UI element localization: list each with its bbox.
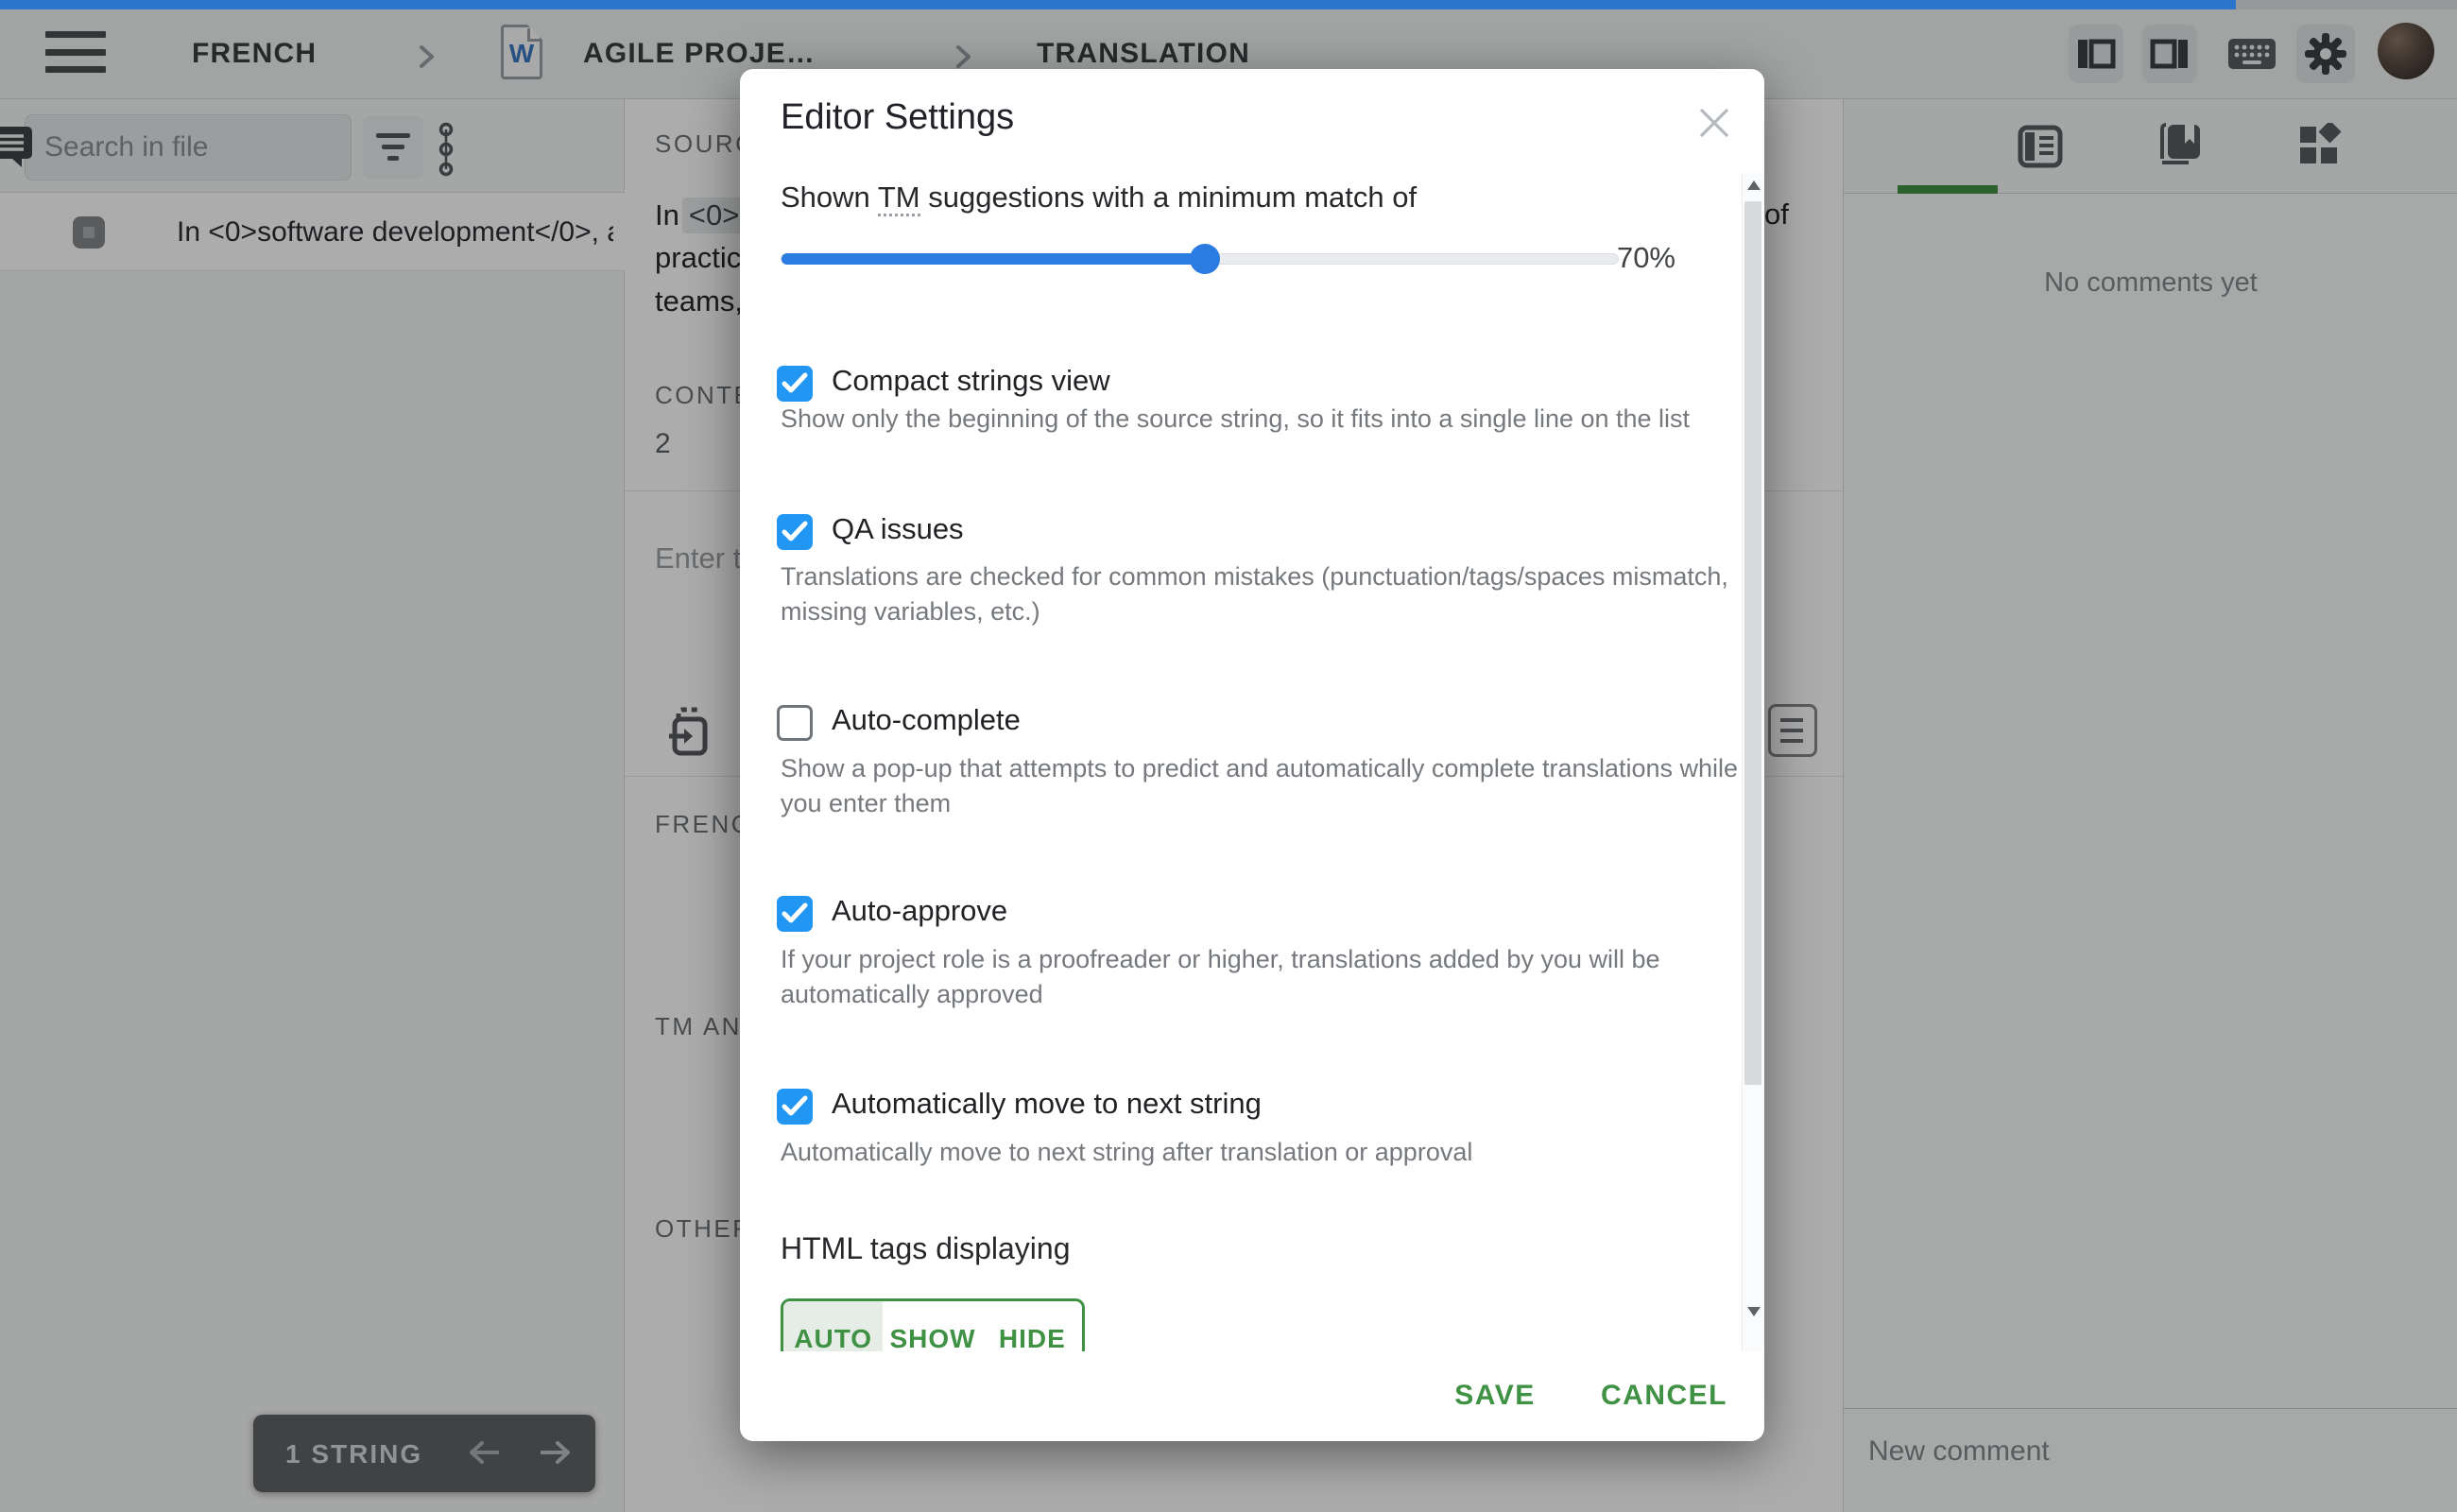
scroll-down-icon[interactable] bbox=[1747, 1307, 1761, 1316]
dialog-scroll-area: Shown TM suggestions with a minimum matc… bbox=[740, 173, 1742, 1351]
option-hide[interactable]: HIDE bbox=[983, 1301, 1082, 1351]
checkbox-compact-strings[interactable] bbox=[777, 366, 813, 402]
dialog-title: Editor Settings bbox=[781, 97, 1014, 138]
page-progress-fill bbox=[0, 0, 2236, 9]
setting-label[interactable]: Auto-complete bbox=[832, 703, 1021, 737]
setting-label[interactable]: Auto-approve bbox=[832, 894, 1007, 928]
checkbox-qa-issues[interactable] bbox=[777, 514, 813, 550]
setting-label[interactable]: Compact strings view bbox=[832, 364, 1110, 398]
tm-match-value: 70% bbox=[1486, 241, 1675, 275]
setting-description: Automatically move to next string after … bbox=[781, 1135, 1472, 1170]
dialog-scrollbar-thumb[interactable] bbox=[1744, 201, 1761, 1085]
option-show[interactable]: SHOW bbox=[883, 1301, 982, 1351]
setting-description: Show only the beginning of the source st… bbox=[781, 402, 1690, 437]
editor-settings-dialog: Editor Settings Shown TM suggestions wit… bbox=[740, 69, 1764, 1441]
slider-fill bbox=[782, 253, 1205, 265]
tm-abbr: TM bbox=[878, 180, 920, 216]
checkbox-auto-approve[interactable] bbox=[777, 896, 813, 932]
close-icon[interactable] bbox=[1692, 101, 1736, 145]
setting-description: Show a pop-up that attempts to predict a… bbox=[781, 751, 1738, 821]
crowdin-editor-screen: FRENCH W AGILE PROJE… TRANSLATION bbox=[0, 0, 2457, 1512]
option-auto[interactable]: AUTO bbox=[783, 1301, 883, 1351]
html-tags-label: HTML tags displaying bbox=[781, 1231, 1071, 1266]
tm-match-label: Shown TM suggestions with a minimum matc… bbox=[781, 180, 1417, 215]
save-button[interactable]: SAVE bbox=[1419, 1373, 1571, 1418]
setting-description: If your project role is a proofreader or… bbox=[781, 942, 1660, 1012]
setting-label[interactable]: Automatically move to next string bbox=[832, 1087, 1262, 1121]
cancel-button[interactable]: CANCEL bbox=[1579, 1373, 1749, 1418]
checkbox-auto-complete[interactable] bbox=[777, 705, 813, 741]
checkbox-auto-move-next[interactable] bbox=[777, 1089, 813, 1125]
page-progress-bar bbox=[0, 0, 2457, 9]
slider-thumb[interactable] bbox=[1190, 244, 1220, 274]
html-tags-segmented-control: AUTO SHOW HIDE bbox=[781, 1298, 1085, 1351]
setting-description: Translations are checked for common mist… bbox=[781, 559, 1728, 629]
setting-label[interactable]: QA issues bbox=[832, 512, 964, 546]
scroll-up-icon[interactable] bbox=[1747, 180, 1761, 190]
